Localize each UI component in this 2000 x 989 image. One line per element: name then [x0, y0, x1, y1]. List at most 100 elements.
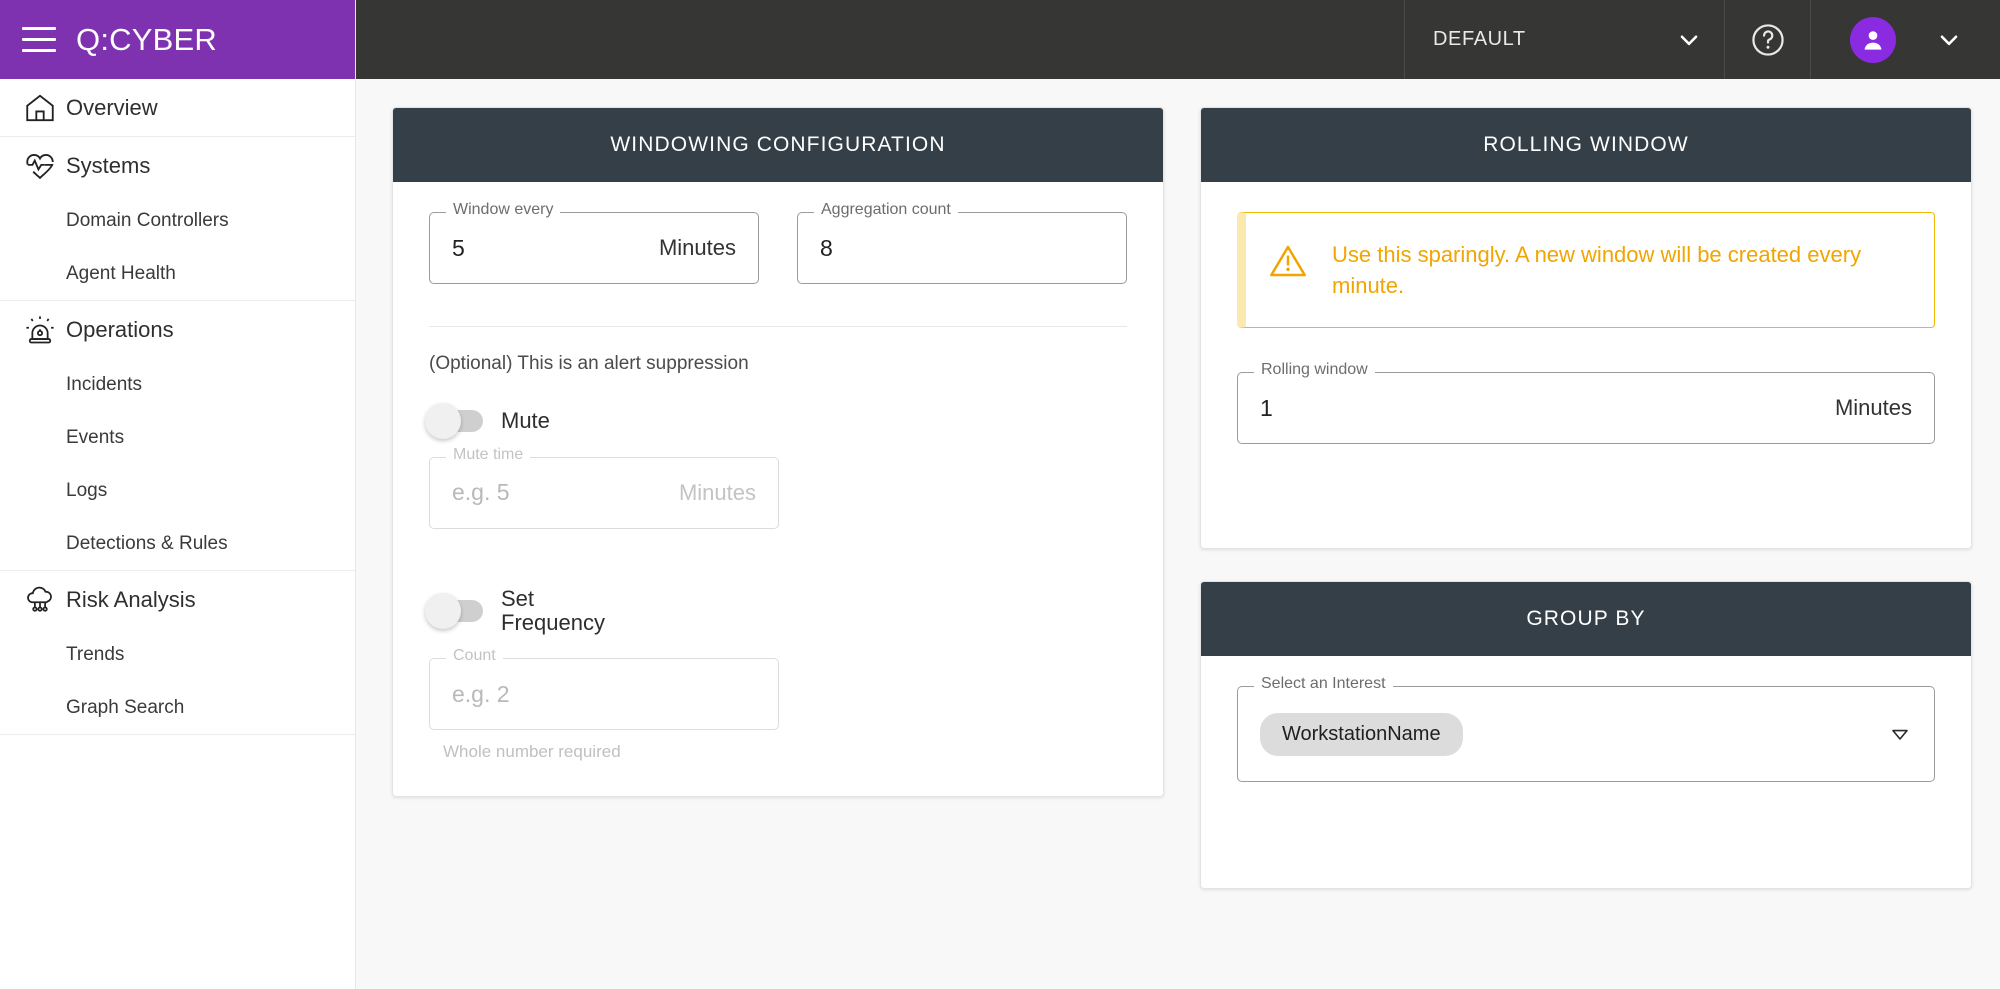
- rolling-window-input[interactable]: Rolling window 1 Minutes: [1237, 362, 1935, 445]
- home-icon: [14, 91, 66, 125]
- sidebar-item-agent-health[interactable]: Agent Health: [0, 247, 355, 300]
- rolling-window-value: 1: [1260, 394, 1273, 421]
- mute-time-wrap: Mute time e.g. 5 Minutes: [429, 446, 779, 529]
- sidebar-item-detections-and-rules[interactable]: Detections & Rules: [0, 517, 355, 570]
- count-label: Count: [446, 648, 503, 665]
- main-area: DEFAULT WINDOWING CONFIGURATION Window e…: [356, 0, 2000, 989]
- sidebar-item-label: Detections & Rules: [66, 532, 228, 554]
- window-fields-row: Window every 5 Minutes Aggregation count…: [429, 202, 1127, 284]
- count-hint: Whole number required: [443, 742, 621, 762]
- sidebar-item-systems[interactable]: Systems: [0, 137, 355, 194]
- sidebar-item-label: Graph Search: [66, 696, 185, 718]
- group-by-spacer: [1237, 782, 1935, 854]
- sidebar-filler: [0, 862, 355, 989]
- heartbeat-icon: [14, 149, 66, 183]
- mute-toggle-row: Mute: [425, 402, 1127, 439]
- chevron-down-icon: [1676, 27, 1702, 53]
- count-input[interactable]: Count e.g. 2: [429, 648, 779, 731]
- aggregation-count-input[interactable]: Aggregation count 8: [797, 202, 1127, 284]
- mute-toggle-knob: [425, 402, 461, 439]
- set-frequency-toggle-label: Set Frequency: [501, 585, 605, 635]
- rolling-window-warning: Use this sparingly. A new window will be…: [1237, 212, 1935, 329]
- chevron-down-icon: [1936, 27, 1962, 53]
- sidebar-item-label: Systems: [66, 152, 151, 178]
- top-bar: DEFAULT: [356, 0, 2000, 79]
- rolling-window-spacer: [1237, 444, 1935, 514]
- chip-workstation-name[interactable]: WorkstationName: [1260, 712, 1463, 756]
- warning-triangle-icon: [1268, 241, 1308, 281]
- window-every-suffix: Minutes: [658, 235, 736, 260]
- rolling-window-warning-text: Use this sparingly. A new window will be…: [1332, 242, 1862, 299]
- set-frequency-toggle[interactable]: [425, 592, 483, 629]
- sidebar-item-risk-analysis[interactable]: Risk Analysis: [0, 571, 355, 628]
- help-button[interactable]: [1724, 0, 1810, 79]
- environment-label: DEFAULT: [1433, 28, 1526, 50]
- sidebar-nav: Overview Systems Domain Controllers Agen…: [0, 79, 355, 862]
- window-every-value: 5: [452, 234, 465, 261]
- mute-toggle[interactable]: [425, 402, 483, 439]
- group-by-card-body: Select an Interest WorkstationName: [1201, 656, 1971, 888]
- sidebar-item-label: Events: [66, 426, 125, 448]
- card-title: WINDOWING CONFIGURATION: [393, 108, 1163, 182]
- count-placeholder: e.g. 2: [452, 680, 510, 707]
- window-every-input[interactable]: Window every 5 Minutes: [429, 202, 759, 284]
- mute-time-input[interactable]: Mute time e.g. 5 Minutes: [429, 446, 779, 529]
- sidebar-item-domain-controllers[interactable]: Domain Controllers: [0, 194, 355, 247]
- rolling-window-card-body: Use this sparingly. A new window will be…: [1201, 182, 1971, 548]
- card-title: ROLLING WINDOW: [1201, 108, 1971, 182]
- selected-chips: WorkstationName: [1260, 712, 1888, 756]
- sidebar-item-trends[interactable]: Trends: [0, 628, 355, 681]
- right-column: ROLLING WINDOW Use this sparingly. A new: [1200, 107, 1972, 989]
- divider: [429, 326, 1127, 327]
- hamburger-icon[interactable]: [16, 17, 62, 63]
- sidebar-item-label: Overview: [66, 94, 158, 120]
- content-area: WINDOWING CONFIGURATION Window every 5 M…: [356, 79, 2000, 989]
- windowing-configuration-card: WINDOWING CONFIGURATION Window every 5 M…: [392, 107, 1164, 798]
- cloud-risk-icon: [14, 583, 66, 617]
- sidebar-group-operations: Operations Incidents Events Logs Detecti…: [0, 301, 355, 571]
- rolling-window-label: Rolling window: [1254, 362, 1375, 379]
- sidebar-item-label: Operations: [66, 316, 174, 342]
- question-circle-icon: [1749, 21, 1787, 59]
- top-bar-spacer: [356, 0, 1404, 79]
- mute-time-placeholder: e.g. 5: [452, 479, 510, 506]
- mute-time-suffix: Minutes: [678, 479, 756, 505]
- set-frequency-toggle-row: Set Frequency: [425, 585, 1127, 635]
- avatar: [1849, 16, 1896, 63]
- brand-title: Q:CYBER: [76, 21, 217, 57]
- caret-down-icon[interactable]: [1888, 722, 1912, 746]
- sidebar: Q:CYBER Overview Systems Domain Controll…: [0, 0, 356, 989]
- sidebar-item-label: Agent Health: [66, 262, 176, 284]
- sidebar-group-overview: Overview: [0, 79, 355, 137]
- user-menu[interactable]: [1810, 0, 2000, 79]
- aggregation-count-label: Aggregation count: [814, 202, 958, 218]
- set-frequency-toggle-knob: [425, 592, 461, 629]
- sidebar-item-label: Domain Controllers: [66, 209, 229, 231]
- group-by-card: GROUP BY Select an Interest WorkstationN…: [1200, 581, 1972, 890]
- rolling-window-card: ROLLING WINDOW Use this sparingly. A new: [1200, 107, 1972, 550]
- mute-time-label: Mute time: [446, 446, 531, 463]
- app-root: Q:CYBER Overview Systems Domain Controll…: [0, 0, 2000, 989]
- left-column: WINDOWING CONFIGURATION Window every 5 M…: [392, 107, 1164, 989]
- sidebar-item-label: Risk Analysis: [66, 586, 196, 612]
- window-every-label: Window every: [446, 202, 561, 218]
- aggregation-count-value: 8: [820, 234, 833, 261]
- count-wrap: Count e.g. 2 Whole number required: [429, 648, 779, 762]
- sidebar-item-label: Logs: [66, 479, 108, 501]
- siren-icon: [14, 313, 66, 347]
- sidebar-item-overview[interactable]: Overview: [0, 79, 355, 136]
- sidebar-item-incidents[interactable]: Incidents: [0, 358, 355, 411]
- select-an-interest-label: Select an Interest: [1254, 676, 1393, 693]
- sidebar-item-events[interactable]: Events: [0, 411, 355, 464]
- sidebar-group-systems: Systems Domain Controllers Agent Health: [0, 137, 355, 301]
- card-title: GROUP BY: [1201, 582, 1971, 657]
- environment-selector[interactable]: DEFAULT: [1404, 0, 1724, 79]
- sidebar-item-graph-search[interactable]: Graph Search: [0, 681, 355, 734]
- sidebar-group-risk-analysis: Risk Analysis Trends Graph Search: [0, 571, 355, 735]
- mute-toggle-label: Mute: [501, 408, 550, 433]
- select-an-interest-input[interactable]: Select an Interest WorkstationName: [1237, 676, 1935, 783]
- sidebar-item-logs[interactable]: Logs: [0, 464, 355, 517]
- brand-header: Q:CYBER: [0, 0, 355, 79]
- sidebar-item-operations[interactable]: Operations: [0, 301, 355, 358]
- windowing-card-body: Window every 5 Minutes Aggregation count…: [393, 182, 1163, 796]
